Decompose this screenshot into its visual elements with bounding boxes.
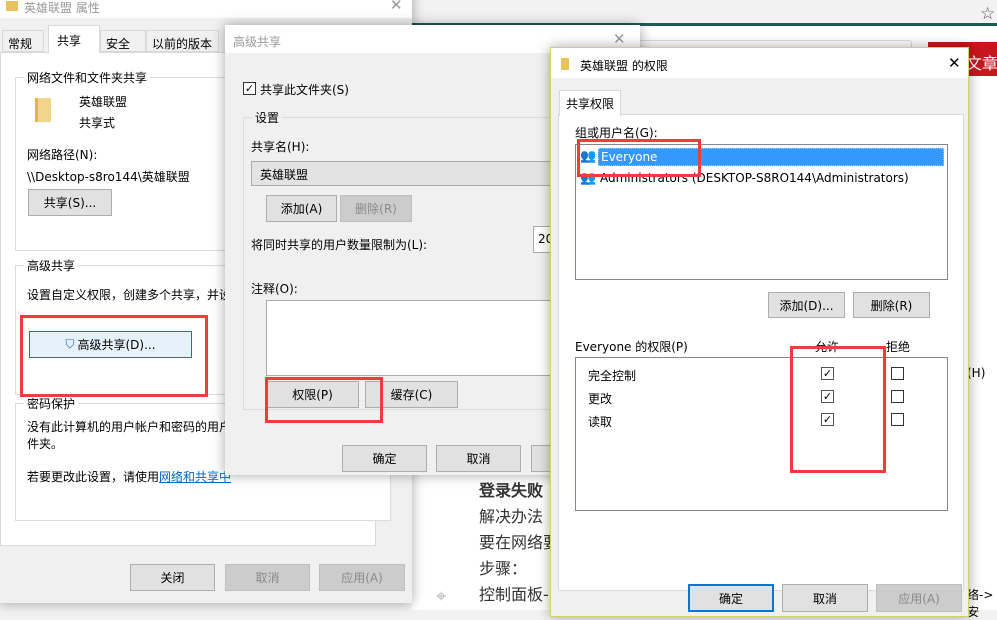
advanced-description: 设置自定义权限，创建多个共享，并设 (27, 288, 232, 302)
deny-checkbox[interactable] (891, 367, 904, 380)
add-button[interactable]: 添加(A) (266, 195, 337, 222)
annotation-box-permissions (265, 377, 383, 423)
crosshair-icon[interactable]: ⌖ (436, 586, 446, 607)
share-name-label: 共享名(H): (251, 140, 310, 154)
remove-button[interactable]: 删除(R) (340, 195, 412, 222)
change-setting-text: 若要更改此设置，请使用 (27, 470, 160, 484)
annotation-box-allow (790, 346, 886, 473)
share-button[interactable]: 共享(S)... (28, 189, 112, 216)
permission-row-read: 读取 ✓ (576, 411, 946, 431)
window-title: 英雄联盟 的权限 (580, 59, 668, 73)
tab-share-permissions[interactable]: 共享权限 (559, 90, 621, 116)
folder-state: 共享式 (79, 116, 116, 130)
window-title: 高级共享 (233, 35, 282, 49)
comment-label: 注释(O): (251, 282, 298, 296)
permissions-list: 完全控制 ✓ 更改 ✓ 读取 ✓ (575, 357, 948, 511)
permission-name: 更改 (588, 392, 613, 406)
permission-row-change: 更改 ✓ (576, 388, 946, 408)
close-button[interactable]: 关闭 (130, 564, 215, 591)
deny-checkbox[interactable] (891, 413, 904, 426)
permissions-window: 英雄联盟 的权限 ✕ 共享权限 组或用户名(G): 👥 Everyone 👥 A… (550, 47, 969, 617)
side-text: (H) (967, 366, 986, 380)
window-title: 英雄联盟 属性 (24, 1, 100, 15)
deny-column-header: 拒绝 (886, 340, 911, 354)
tab-sharing[interactable]: 共享 (48, 25, 100, 53)
permission-name: 完全控制 (588, 369, 637, 383)
limit-label: 将同时共享的用户数量限制为(L): (251, 238, 428, 252)
tab-previous-versions[interactable]: 以前的版本 (146, 30, 219, 52)
cancel-button[interactable]: 取消 (436, 445, 521, 472)
annotation-box-advanced-sharing (20, 315, 208, 397)
add-user-button[interactable]: 添加(D)... (768, 292, 845, 318)
close-icon[interactable]: ✕ (613, 30, 626, 48)
annotation-box-everyone (577, 139, 701, 177)
apply-button[interactable]: 应用(A) (876, 584, 962, 612)
permissions-label: Everyone 的权限(P) (575, 340, 688, 354)
article-text: 登录失败 解决办法 要在网络要 步骤： 控制面板- (479, 481, 560, 604)
folder-icon (6, 1, 18, 11)
side-text: 络->安 (967, 588, 994, 619)
share-folder-label: 共享此文件夹(S) (260, 83, 349, 97)
permission-row-full-control: 完全控制 ✓ (576, 365, 946, 385)
network-path: \\Desktop-s8ro144\英雄联盟 (27, 170, 190, 184)
ok-button[interactable]: 确定 (688, 584, 774, 612)
comment-textarea[interactable] (266, 300, 586, 376)
share-folder-checkbox[interactable]: ✓ (243, 82, 256, 95)
shared-folder-icon (35, 98, 51, 122)
remove-user-button[interactable]: 删除(R) (853, 292, 930, 318)
deny-checkbox[interactable] (891, 390, 904, 403)
tab-general[interactable]: 常规 (2, 30, 44, 52)
password-description: 没有此计算机的用户帐户和密码的用户 (27, 420, 232, 434)
close-icon[interactable]: ✕ (390, 0, 403, 14)
path-label: 网络路径(N): (27, 148, 98, 162)
password-description-2: 件夹。 (27, 437, 64, 451)
apply-button[interactable]: 应用(A) (319, 564, 405, 591)
close-icon[interactable]: ✕ (948, 54, 961, 72)
share-name-input[interactable]: 英雄联盟 (251, 161, 571, 186)
ok-button[interactable]: 确定 (342, 445, 427, 472)
folder-icon (561, 58, 569, 70)
tab-security[interactable]: 安全 (100, 30, 146, 52)
folder-name: 英雄联盟 (79, 95, 128, 109)
cancel-button[interactable]: 取消 (782, 584, 868, 612)
network-sharing-center-link[interactable]: 网络和共享中 (159, 470, 231, 484)
permission-name: 读取 (588, 415, 613, 429)
star-icon[interactable]: ☆ (980, 4, 995, 24)
cancel-button[interactable]: 取消 (225, 564, 310, 591)
